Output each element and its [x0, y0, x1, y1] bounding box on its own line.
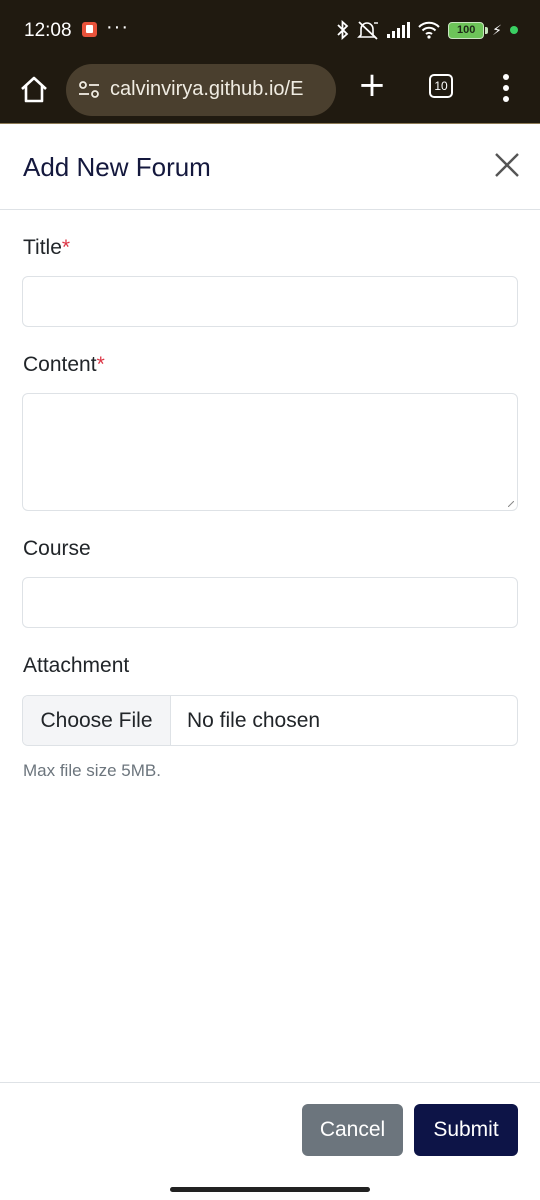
file-status-text: No file chosen: [187, 708, 321, 732]
content-label-text: Content: [23, 353, 97, 376]
site-settings-icon[interactable]: [78, 80, 100, 100]
menu-icon[interactable]: [496, 72, 516, 104]
choose-file-button[interactable]: Choose File: [23, 696, 171, 745]
mute-icon: [357, 21, 379, 40]
home-indicator[interactable]: [170, 1187, 370, 1192]
title-label-text: Title: [23, 236, 62, 259]
content-textarea[interactable]: [22, 393, 518, 511]
submit-button[interactable]: Submit: [414, 1104, 518, 1156]
title-label: Title*: [23, 236, 70, 260]
modal-title: Add New Forum: [23, 152, 211, 182]
attachment-file-input[interactable]: Choose File No file chosen: [22, 695, 518, 746]
plus-icon[interactable]: +: [356, 68, 388, 102]
cancel-button[interactable]: Cancel: [302, 1104, 403, 1156]
status-overflow: ···: [106, 16, 129, 38]
status-bar: 12:08 ··· 100 ⚡: [0, 0, 540, 60]
content-label: Content*: [23, 353, 105, 377]
address-bar[interactable]: calvinvirya.github.io/E: [66, 64, 336, 116]
bluetooth-icon: [337, 20, 349, 40]
charging-icon: ⚡: [492, 21, 502, 38]
battery-level: 100: [456, 23, 476, 36]
wifi-icon: [418, 21, 440, 39]
status-time: 12:08: [24, 20, 72, 41]
app-notification-icon: [82, 22, 97, 37]
resize-handle-icon[interactable]: [508, 501, 514, 507]
course-input[interactable]: [22, 577, 518, 628]
attachment-label: Attachment: [23, 654, 130, 677]
battery-icon: 100: [448, 21, 489, 39]
signal-icon: [387, 22, 411, 38]
tabs-icon[interactable]: 10: [429, 74, 453, 98]
privacy-indicator-dot: [510, 26, 518, 34]
course-label: Course: [23, 537, 91, 560]
browser-toolbar: calvinvirya.github.io/E + 10: [0, 60, 540, 124]
url-text[interactable]: calvinvirya.github.io/E: [110, 78, 328, 101]
status-icons: 100 ⚡: [337, 18, 518, 42]
tab-count: 10: [434, 79, 448, 93]
modal-header: Add New Forum: [0, 124, 540, 210]
title-input[interactable]: [22, 276, 518, 327]
close-icon[interactable]: [494, 152, 520, 178]
required-mark: *: [61, 236, 71, 259]
attachment-help-text: Max file size 5MB.: [23, 761, 161, 780]
required-mark: *: [96, 353, 105, 376]
home-icon[interactable]: [18, 74, 50, 106]
